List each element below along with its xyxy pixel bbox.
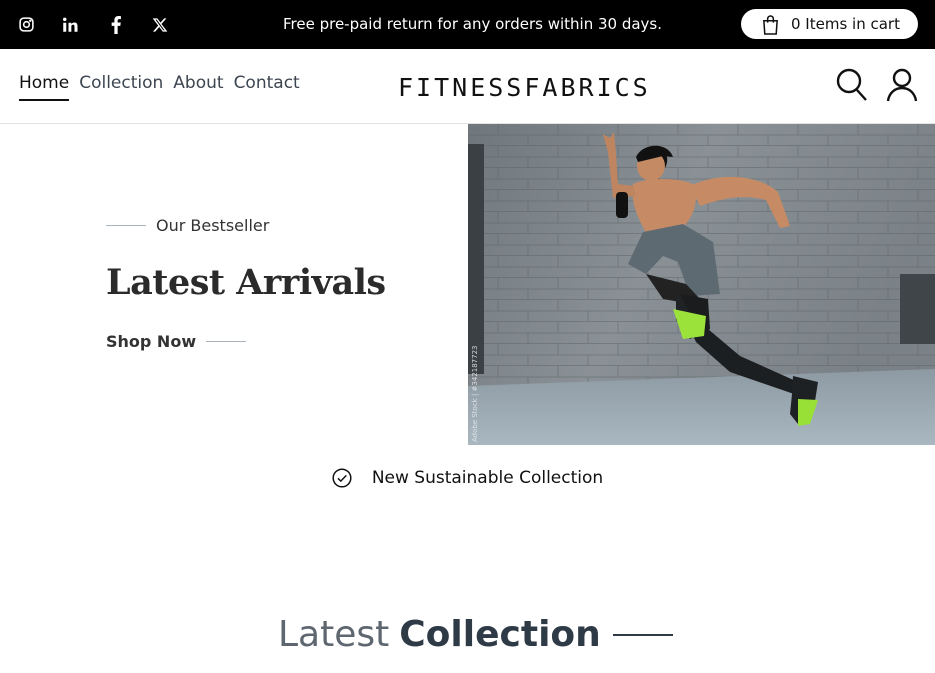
hero-title: Latest Arrivals bbox=[106, 262, 386, 303]
cart-button[interactable]: 0 Items in cart bbox=[741, 9, 918, 39]
search-icon[interactable] bbox=[836, 68, 868, 102]
hero-eyebrow: Our Bestseller bbox=[106, 216, 269, 235]
cart-label: 0 Items in cart bbox=[791, 15, 900, 33]
user-icon[interactable] bbox=[886, 68, 918, 102]
divider-line bbox=[612, 633, 673, 636]
main-nav: Home Collection About Contact bbox=[19, 73, 300, 101]
hero-eyebrow-text: Our Bestseller bbox=[156, 216, 270, 235]
site-header: Home Collection About Contact FITNESSFAB… bbox=[0, 49, 935, 124]
hero-image: Adobe Stock | #342187723 bbox=[468, 124, 935, 445]
nav-contact[interactable]: Contact bbox=[234, 73, 300, 101]
nav-collection[interactable]: Collection bbox=[79, 73, 163, 101]
hero-banner: Our Bestseller Latest Arrivals Shop Now bbox=[0, 124, 935, 445]
shop-now-button[interactable]: Shop Now bbox=[106, 332, 247, 351]
section-title-bold: Collection bbox=[399, 614, 601, 655]
section-title-light: Latest bbox=[278, 614, 390, 655]
athlete-photo: Adobe Stock | #342187723 bbox=[468, 124, 935, 445]
site-logo[interactable]: FITNESSFABRICS bbox=[398, 73, 651, 102]
feature-text: New Sustainable Collection bbox=[371, 468, 604, 488]
shopping-bag-icon bbox=[761, 14, 780, 35]
image-watermark: Adobe Stock | #342187723 bbox=[471, 346, 479, 443]
hero-text-panel: Our Bestseller Latest Arrivals Shop Now bbox=[0, 124, 468, 445]
announcement-bar: Free pre-paid return for any orders with… bbox=[0, 0, 935, 49]
section-heading: Latest Collection bbox=[278, 614, 673, 655]
nav-about[interactable]: About bbox=[173, 73, 223, 101]
shop-now-label: Shop Now bbox=[106, 332, 197, 351]
feature-strip: New Sustainable Collection bbox=[0, 446, 935, 510]
divider-line bbox=[106, 225, 146, 226]
check-circle-icon bbox=[332, 468, 352, 488]
nav-home[interactable]: Home bbox=[19, 73, 70, 101]
divider-line bbox=[206, 341, 247, 342]
